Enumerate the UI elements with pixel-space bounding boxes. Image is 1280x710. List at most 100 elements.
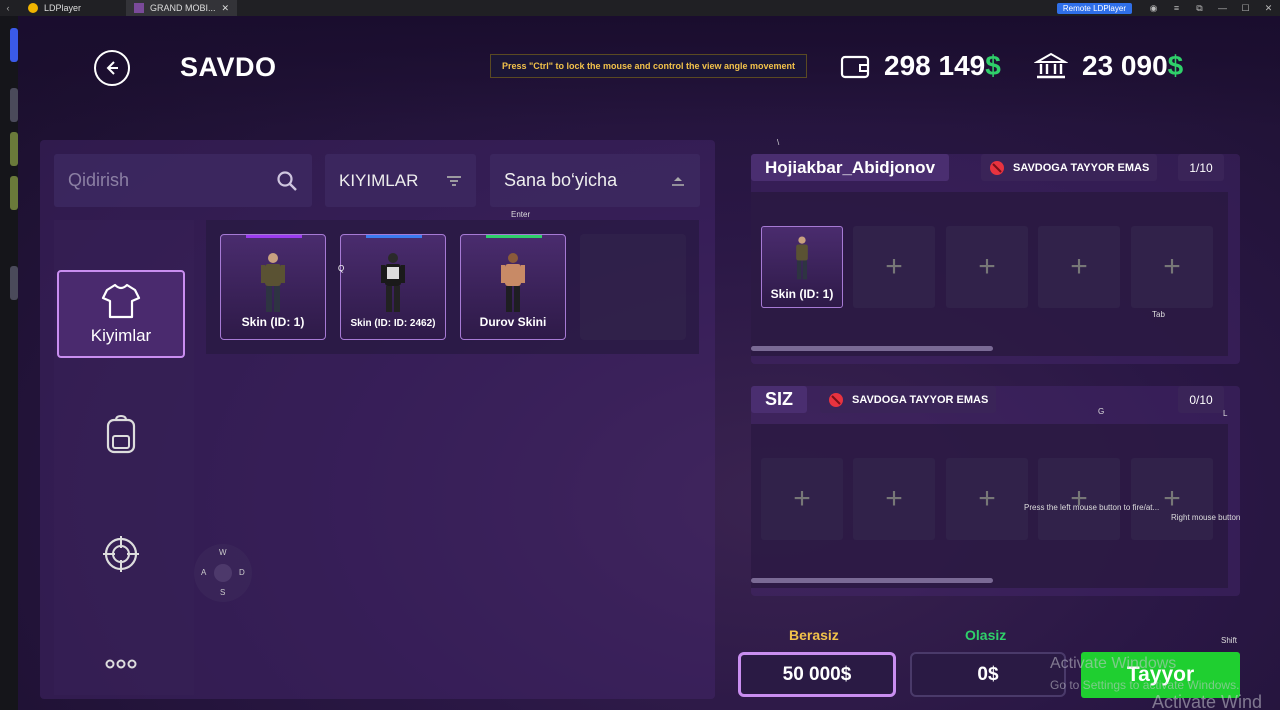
my-slot-empty[interactable]: + [1131, 458, 1213, 540]
category-more[interactable] [57, 620, 185, 708]
sort-icon [672, 176, 684, 186]
inventory-item[interactable]: Skin (ID: 1) [220, 234, 326, 340]
sidebar-shortcut[interactable] [10, 88, 18, 122]
inventory-panel: Qidirish KIYIMLAR Sana bo‘yicha Enter Ki… [40, 140, 715, 699]
item-label: Skin (ID: 1) [241, 315, 305, 329]
barter-label: Berasiz [789, 627, 839, 643]
sidebar-shortcut[interactable] [10, 132, 18, 166]
activate-windows-title: Activate Windows [1050, 655, 1177, 672]
receive-amount-input[interactable]: 0 $ [910, 652, 1066, 697]
character-skin-icon [381, 253, 405, 312]
plus-icon: + [978, 482, 996, 515]
my-status-text: SAVDOGA TAYYOR EMAS [852, 393, 989, 406]
ldplayer-logo-icon [28, 3, 38, 13]
key-overlay-tab: Tab [1152, 310, 1165, 319]
wallet-currency: $ [985, 50, 1001, 81]
partner-item-count: 1/10 [1178, 154, 1224, 181]
key-overlay-right-mouse: Right mouse button [1171, 513, 1241, 522]
tab-close-icon[interactable]: ✕ [222, 3, 230, 14]
my-status: SAVDOGA TAYYOR EMAS [820, 386, 997, 413]
barter-amount: 50 000 [782, 663, 841, 685]
my-slot-empty[interactable]: + [853, 458, 935, 540]
key-a: A [201, 568, 207, 577]
rarity-bar [366, 235, 422, 238]
close-icon[interactable]: ✕ [1257, 3, 1280, 14]
restore-icon[interactable]: ⧉ [1188, 3, 1211, 14]
remote-ldplayer-button[interactable]: Remote LDPlayer [1056, 2, 1132, 14]
back-button[interactable] [94, 50, 130, 86]
partner-slot-grid: Skin (ID: 1) + + + + [751, 192, 1228, 356]
my-name: SIZ [751, 386, 808, 413]
bank-currency: $ [1167, 50, 1184, 81]
sidebar-shortcut[interactable] [10, 176, 18, 210]
app-name: LDPlayer [44, 3, 82, 13]
my-slot-empty[interactable]: + [946, 458, 1028, 540]
key-overlay-shift: Shift [1221, 636, 1238, 645]
category-label: Kiyimlar [90, 326, 152, 345]
wasd-joystick[interactable]: W A D S [194, 544, 252, 602]
character-skin-icon [261, 253, 285, 312]
partner-slot-empty[interactable]: + [853, 226, 935, 308]
key-s: S [220, 588, 226, 597]
joystick-knob[interactable] [214, 564, 232, 582]
my-slot-empty[interactable]: + [761, 458, 843, 540]
my-item-count: 0/10 [1178, 386, 1224, 413]
category-backpack[interactable] [57, 390, 185, 478]
wallet-icon [840, 55, 870, 79]
category-sidebar: Kiyimlar [54, 220, 194, 695]
more-dots-icon [105, 659, 137, 669]
sidebar-shortcut[interactable] [10, 28, 18, 62]
account-icon[interactable]: ◉ [1142, 3, 1165, 14]
plus-icon: + [793, 482, 811, 515]
inventory-item[interactable]: Skin (ID: ID: 2462) [340, 234, 446, 340]
partner-slot-empty[interactable]: + [1131, 226, 1213, 308]
wallet-balance: 298 149$ [840, 50, 1001, 82]
partner-slot-empty[interactable]: + [946, 226, 1028, 308]
menu-icon[interactable]: ≡ [1165, 3, 1188, 13]
search-icon[interactable] [276, 170, 298, 192]
sidebar-shortcut[interactable] [10, 266, 18, 300]
my-slot-empty[interactable]: + [1038, 458, 1120, 540]
partner-status-text: SAVDOGA TAYYOR EMAS [1013, 161, 1150, 174]
inventory-empty-slot [580, 234, 686, 340]
item-label: Durov Skini [479, 315, 547, 329]
maximize-icon[interactable]: ☐ [1234, 3, 1257, 14]
minimize-icon[interactable]: — [1211, 3, 1234, 13]
not-ready-icon [990, 160, 1004, 175]
category-weapons[interactable] [57, 510, 185, 598]
crosshair-icon [103, 536, 139, 572]
bank-balance: 23 090$ [1034, 50, 1183, 82]
mouse-lock-hint: Press "Ctrl" to lock the mouse and contr… [490, 54, 807, 78]
key-d: D [239, 568, 245, 577]
bank-icon [1034, 52, 1068, 79]
partner-slot[interactable]: Skin (ID: 1) [761, 226, 843, 308]
key-overlay-enter: Enter [511, 210, 531, 219]
search-input[interactable]: Qidirish [54, 154, 312, 207]
backpack-icon [106, 414, 136, 454]
receive-amount: 0 [977, 663, 988, 685]
receive-label: Olasiz [965, 627, 1007, 643]
window-back-icon[interactable]: ‹ [0, 3, 16, 13]
plus-icon: + [1163, 250, 1181, 283]
barter-amount-input[interactable]: 50 000 $ [738, 652, 896, 697]
category-kiyimlar[interactable]: Kiyimlar [57, 270, 185, 358]
category-filter-dropdown[interactable]: KIYIMLAR [325, 154, 476, 207]
character-skin-icon [501, 253, 525, 312]
tab-game[interactable]: GRAND MOBI... ✕ [126, 0, 238, 16]
sort-dropdown[interactable]: Sana bo‘yicha [490, 154, 700, 207]
plus-icon: + [978, 250, 996, 283]
item-label: Skin (ID: ID: 2462) [350, 318, 436, 329]
partner-slot-empty[interactable]: + [1038, 226, 1120, 308]
sort-value: Sana bo‘yicha [504, 170, 618, 190]
plus-icon: + [885, 250, 903, 283]
barter-currency: $ [840, 663, 852, 685]
partner-scrollbar[interactable] [751, 346, 993, 351]
character-skin-icon [796, 236, 808, 280]
plus-icon: + [1070, 250, 1088, 283]
my-scrollbar[interactable] [751, 578, 993, 583]
plus-icon: + [1163, 482, 1181, 515]
inventory-item[interactable]: Durov Skini [460, 234, 566, 340]
category-filter-value: KIYIMLAR [339, 170, 419, 190]
key-overlay-g: G [1098, 407, 1105, 416]
search-placeholder: Qidirish [68, 170, 130, 190]
